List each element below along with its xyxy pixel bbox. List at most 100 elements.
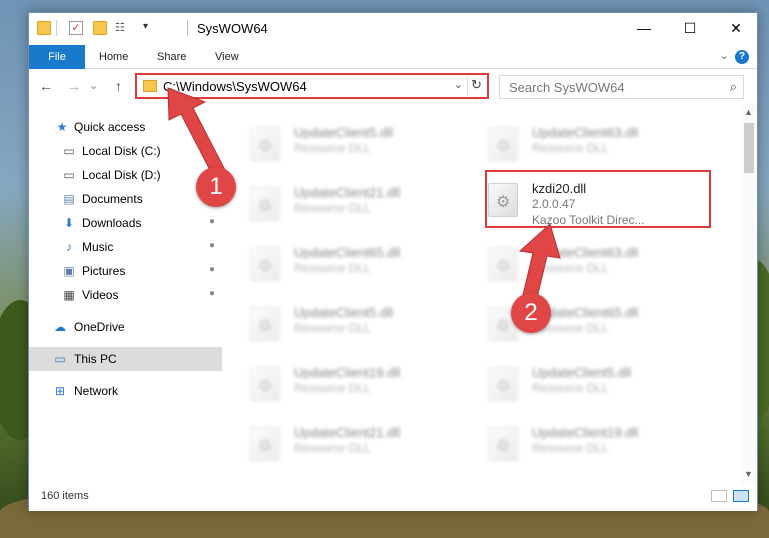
sidebar-item-local-disk-d[interactable]: ▭ Local Disk (D:) ● [29, 163, 222, 187]
scroll-down-icon[interactable]: ▼ [744, 469, 753, 479]
list-item[interactable]: UpdateClient5.dll Resource DLL [250, 123, 490, 183]
navigation-pane: ★ Quick access ▭ Local Disk (C:) ● ▭ Loc… [29, 103, 222, 483]
videos-icon: ▦ [63, 288, 75, 302]
sidebar-item-quick-access[interactable]: ★ Quick access [29, 115, 222, 139]
window-title: SysWOW64 [197, 21, 268, 36]
expand-ribbon-button[interactable]: ⌄ [720, 49, 729, 62]
dll-file-icon [488, 367, 518, 401]
sidebar-item-network[interactable]: ⊞ Network [29, 379, 222, 403]
title-bar: ✓ ☷ ▾ SysWOW64 — ☐ ✕ [29, 13, 757, 45]
list-item[interactable]: UpdateClient65.dll Resource DLL [250, 243, 490, 303]
cloud-icon: ☁ [54, 320, 66, 334]
file-description: Resource DLL [532, 261, 609, 275]
address-bar[interactable]: C:\Windows\SysWOW64 ⌄ ↻ [135, 73, 489, 99]
file-name: UpdateClient5.dll [532, 365, 632, 380]
sidebar-item-label: OneDrive [74, 320, 125, 334]
list-item[interactable]: UpdateClient19.dll Resource DLL [250, 363, 490, 423]
list-item[interactable]: UpdateClient5.dll Resource DLL [250, 303, 490, 363]
minimize-button[interactable]: — [621, 13, 667, 43]
music-icon: ♪ [66, 240, 72, 254]
folder-icon [143, 80, 157, 92]
tab-home[interactable]: Home [99, 45, 128, 69]
vertical-scrollbar[interactable]: ▲ ▼ [741, 103, 757, 483]
search-icon[interactable]: ⌕ [730, 79, 737, 95]
list-item[interactable]: UpdateClient19.dll Resource DLL [488, 423, 728, 483]
address-dropdown-button[interactable]: ⌄ [454, 78, 463, 91]
maximize-button[interactable]: ☐ [667, 13, 713, 43]
tiles-view-icon[interactable] [733, 490, 749, 502]
sidebar-item-label: Local Disk (D:) [82, 168, 161, 182]
drive-icon: ▭ [63, 168, 75, 182]
sidebar-item-label: Downloads [82, 216, 142, 230]
dll-file-icon [250, 247, 280, 281]
sidebar-item-downloads[interactable]: ⬇ Downloads ● [29, 211, 222, 235]
sidebar-item-label: Documents [82, 192, 143, 206]
sidebar-item-label: Pictures [82, 264, 126, 278]
sidebar-item-documents[interactable]: ▤ Documents ● [29, 187, 222, 211]
sidebar-item-onedrive[interactable]: ☁ OneDrive [29, 315, 222, 339]
list-item[interactable]: UpdateClient5.dll Resource DLL [488, 363, 728, 423]
file-name: UpdateClient65.dll [294, 245, 401, 260]
refresh-button[interactable]: ↻ [467, 77, 485, 95]
file-name: UpdateClient63.dll [532, 125, 639, 140]
file-description: Resource DLL [532, 441, 609, 455]
folder-icon[interactable] [37, 21, 51, 35]
pictures-icon: ▣ [63, 264, 75, 278]
dll-file-icon [488, 127, 518, 161]
file-name: UpdateClient19.dll [294, 365, 401, 380]
file-name: UpdateClient5.dll [294, 125, 394, 140]
file-name: UpdateClient5.dll [294, 305, 394, 320]
dll-file-icon [488, 247, 518, 281]
network-icon: ⊞ [54, 384, 66, 398]
download-icon: ⬇ [63, 216, 75, 230]
list-item[interactable]: UpdateClient21.dll Resource DLL [250, 183, 490, 243]
recent-locations-button[interactable]: ⌄ [89, 79, 98, 92]
search-input[interactable]: Search SysWOW64 ⌕ [499, 75, 744, 99]
list-item[interactable]: UpdateClient21.dll Resource DLL [250, 423, 490, 483]
customize-toolbar-icon[interactable]: ▾ [143, 21, 157, 35]
tab-share[interactable]: Share [157, 45, 186, 69]
pin-icon: ● [209, 288, 216, 299]
sidebar-item-music[interactable]: ♪ Music ● [29, 235, 222, 259]
highlight-box [485, 170, 711, 228]
tab-view[interactable]: View [215, 45, 239, 69]
ribbon-tabs: File Home Share View ⌄ ? [29, 45, 757, 69]
up-button[interactable]: ↑ [115, 78, 122, 94]
pin-icon: ● [209, 240, 216, 251]
sidebar-item-pictures[interactable]: ▣ Pictures ● [29, 259, 222, 283]
dll-file-icon [250, 307, 280, 341]
properties-icon[interactable]: ✓ [69, 21, 83, 35]
file-description: Resource DLL [294, 261, 371, 275]
pin-icon: ● [209, 264, 216, 275]
help-icon[interactable]: ? [735, 50, 749, 64]
star-icon: ★ [56, 120, 68, 134]
sidebar-item-local-disk-c[interactable]: ▭ Local Disk (C:) ● [29, 139, 222, 163]
file-description: Resource DLL [294, 381, 371, 395]
dll-file-icon [250, 187, 280, 221]
scrollbar-thumb[interactable] [744, 123, 754, 173]
file-name: UpdateClient21.dll [294, 425, 401, 440]
search-placeholder: Search SysWOW64 [509, 80, 625, 95]
new-folder-icon[interactable] [93, 21, 107, 35]
computer-icon: ▭ [54, 352, 66, 366]
address-text[interactable]: C:\Windows\SysWOW64 [163, 79, 307, 94]
sidebar-item-label: Local Disk (C:) [82, 144, 161, 158]
tab-file[interactable]: File [29, 45, 85, 69]
scroll-up-icon[interactable]: ▲ [744, 107, 753, 117]
status-bar: 160 items [29, 483, 757, 511]
forward-button[interactable]: → [67, 78, 81, 94]
drive-icon: ▭ [63, 144, 75, 158]
dll-file-icon [250, 127, 280, 161]
dll-file-icon [488, 427, 518, 461]
file-list: UpdateClient5.dll Resource DLL UpdateCli… [222, 103, 749, 483]
sidebar-item-videos[interactable]: ▦ Videos ● [29, 283, 222, 307]
close-button[interactable]: ✕ [713, 13, 759, 43]
details-view-icon[interactable] [711, 490, 727, 502]
file-description: Resource DLL [532, 141, 609, 155]
file-description: Resource DLL [294, 141, 371, 155]
quick-access-menu-icon[interactable]: ☷ [115, 21, 129, 35]
sidebar-item-this-pc[interactable]: ▭ This PC [29, 347, 222, 371]
pin-icon: ● [209, 216, 216, 227]
file-description: Resource DLL [294, 201, 371, 215]
back-button[interactable]: ← [39, 78, 53, 94]
